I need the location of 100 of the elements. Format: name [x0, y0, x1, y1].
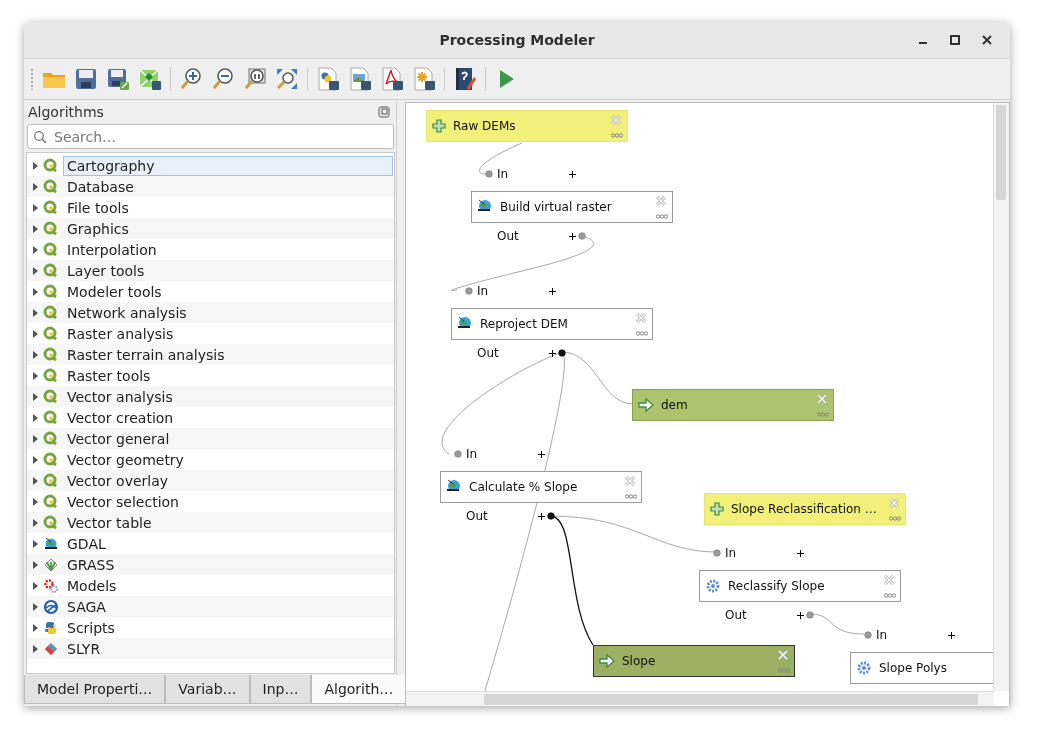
saga-logo-icon	[43, 598, 59, 615]
add-port-icon[interactable]	[947, 631, 955, 639]
expand-arrow-icon[interactable]	[33, 602, 39, 611]
plus-icon	[431, 118, 447, 134]
node-title: Reproject DEM	[480, 317, 568, 331]
panel-tab[interactable]: Model Properti…	[24, 675, 166, 704]
expand-arrow-icon[interactable]	[33, 560, 39, 569]
tree-item[interactable]: Scripts	[63, 617, 393, 638]
expand-arrow-icon[interactable]	[33, 182, 39, 191]
add-port-icon[interactable]	[537, 512, 545, 520]
add-port-icon[interactable]	[548, 287, 556, 295]
qgis-logo-icon	[43, 199, 59, 216]
port-dot-icon[interactable]	[578, 232, 586, 240]
expand-arrow-icon[interactable]	[33, 413, 39, 422]
tree-item[interactable]: Vector creation	[63, 407, 393, 428]
horizontal-scrollbar[interactable]	[406, 691, 994, 706]
svg-export-icon[interactable]	[412, 67, 436, 91]
expand-arrow-icon[interactable]	[33, 581, 39, 590]
tree-item[interactable]: Raster analysis	[63, 323, 393, 344]
add-port-icon[interactable]	[796, 611, 804, 619]
qgis-logo-icon	[43, 409, 59, 426]
qgis-logo-icon	[43, 220, 59, 237]
port-dot-icon[interactable]	[806, 611, 814, 619]
panel-title: Algorithms	[28, 104, 104, 120]
tree-item[interactable]: Vector geometry	[63, 449, 393, 470]
add-port-icon[interactable]	[796, 549, 804, 557]
expand-arrow-icon[interactable]	[33, 644, 39, 653]
save-icon[interactable]	[74, 67, 98, 91]
port-dot-icon[interactable]	[454, 450, 462, 458]
expand-arrow-icon[interactable]	[33, 539, 39, 548]
add-port-icon[interactable]	[548, 349, 556, 357]
node-title: Reclassify Slope	[728, 579, 825, 593]
expand-arrow-icon[interactable]	[33, 266, 39, 275]
tree-item[interactable]: GDAL	[63, 533, 393, 554]
port-dot-icon[interactable]	[485, 170, 493, 178]
expand-arrow-icon[interactable]	[33, 623, 39, 632]
gear-icon	[704, 577, 722, 595]
tree-item[interactable]: Cartography	[63, 155, 393, 176]
expand-arrow-icon[interactable]	[33, 497, 39, 506]
port-label: In	[725, 546, 737, 560]
expand-arrow-icon[interactable]	[33, 287, 39, 296]
panel-tab[interactable]: Inp…	[249, 675, 312, 704]
expand-arrow-icon[interactable]	[33, 518, 39, 527]
tree-item[interactable]: Vector selection	[63, 491, 393, 512]
tree-item[interactable]: File tools	[63, 197, 393, 218]
qgis-logo-icon	[43, 388, 59, 405]
expand-arrow-icon[interactable]	[33, 224, 39, 233]
panel-tab[interactable]: Variab…	[165, 675, 250, 704]
port-label: Out	[477, 346, 499, 360]
grass-leaf-icon	[43, 556, 59, 573]
python-logo-icon	[43, 619, 59, 636]
expand-arrow-icon[interactable]	[33, 161, 39, 170]
map-export-icon[interactable]	[138, 67, 162, 91]
expand-arrow-icon[interactable]	[33, 329, 39, 338]
expand-arrow-icon[interactable]	[33, 203, 39, 212]
search-field[interactable]: Search…	[27, 124, 394, 149]
zoom-actual-icon[interactable]	[243, 67, 267, 91]
expand-arrow-icon[interactable]	[33, 308, 39, 317]
port-label: Out	[466, 509, 488, 523]
window-title: Processing Modeler	[439, 32, 595, 48]
node-title: dem	[661, 398, 688, 412]
expand-arrow-icon[interactable]	[33, 392, 39, 401]
tree-item[interactable]: Interpolation	[63, 239, 393, 260]
zoom-in-icon[interactable]	[179, 67, 203, 91]
tree-item[interactable]: Raster tools	[63, 365, 393, 386]
add-port-icon[interactable]	[568, 232, 576, 240]
python-export-icon[interactable]	[316, 67, 340, 91]
panel-tab[interactable]: Algorith…	[311, 675, 407, 704]
algorithm-node[interactable]: Slope Polys	[850, 652, 994, 684]
zoom-out-icon[interactable]	[211, 67, 235, 91]
node-title: Slope Reclassification …	[731, 502, 877, 516]
pdf-export-icon[interactable]	[380, 67, 404, 91]
image-export-icon[interactable]	[348, 67, 372, 91]
zoom-full-icon[interactable]	[275, 67, 299, 91]
port-dot-icon[interactable]	[465, 287, 473, 295]
expand-arrow-icon[interactable]	[33, 476, 39, 485]
help-edit-icon[interactable]	[453, 67, 477, 91]
port-dot-icon[interactable]	[713, 549, 721, 557]
expand-arrow-icon[interactable]	[33, 245, 39, 254]
expand-arrow-icon[interactable]	[33, 350, 39, 359]
port-dot-icon[interactable]	[547, 512, 555, 520]
port-label: In	[497, 167, 509, 181]
port-label: In	[477, 284, 489, 298]
port-dot-icon[interactable]	[864, 631, 872, 639]
add-port-icon[interactable]	[537, 450, 545, 458]
expand-arrow-icon[interactable]	[33, 434, 39, 443]
gears-icon	[43, 577, 59, 594]
tree-item[interactable]: Models	[63, 575, 393, 596]
save-edit-icon[interactable]	[106, 67, 130, 91]
expand-arrow-icon[interactable]	[33, 455, 39, 464]
expand-arrow-icon[interactable]	[33, 371, 39, 380]
qgis-logo-icon	[43, 493, 59, 510]
add-port-icon[interactable]	[568, 170, 576, 178]
vertical-scrollbar[interactable]	[993, 103, 1009, 691]
qgis-logo-icon	[43, 430, 59, 447]
qgis-logo-icon	[43, 472, 59, 489]
port-dot-icon[interactable]	[558, 349, 566, 357]
tree-item[interactable]: Modeler tools	[63, 281, 393, 302]
float-icon[interactable]	[378, 106, 390, 118]
arrow-right-icon	[598, 653, 616, 669]
